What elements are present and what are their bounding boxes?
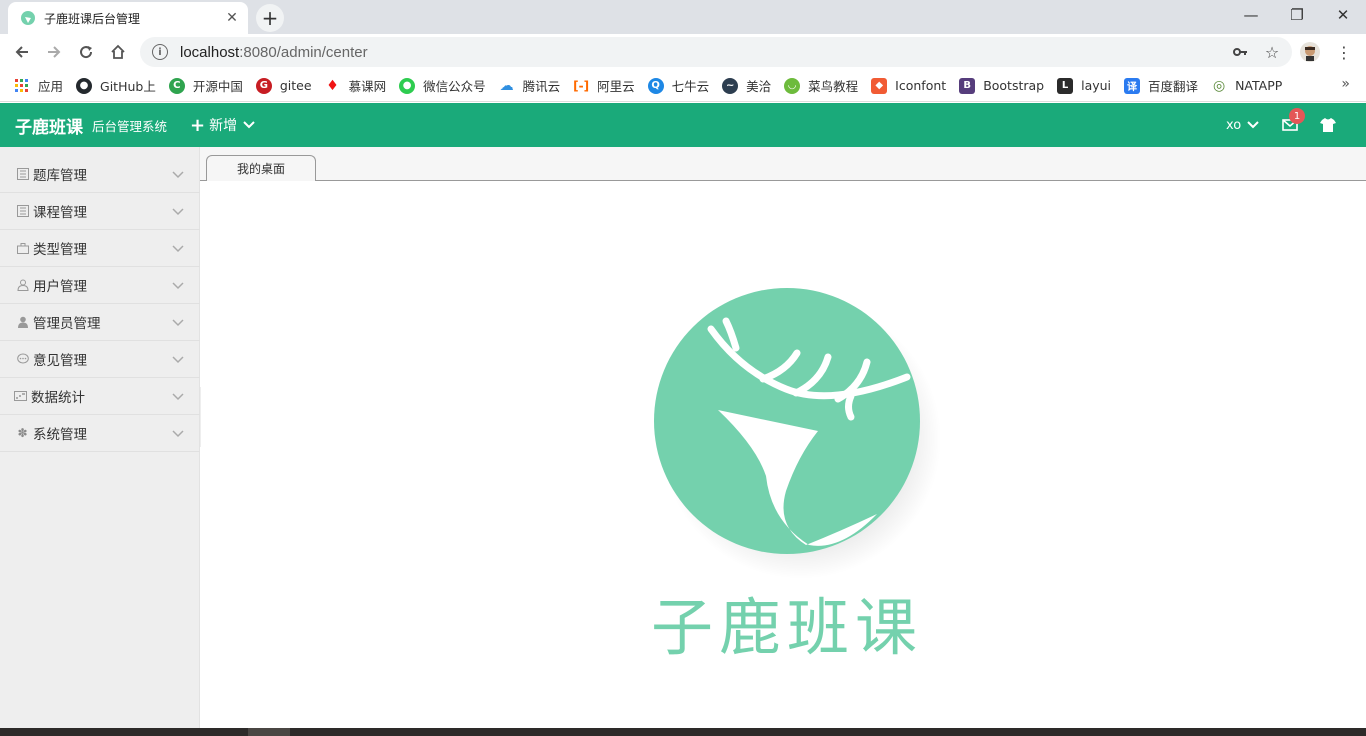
address-bar[interactable]: i localhost:8080/admin/center <box>140 37 1292 67</box>
browser-tab-title: 子鹿班课后台管理 <box>44 11 141 26</box>
apps-grid-icon <box>14 78 30 94</box>
chevron-down-icon <box>172 245 184 253</box>
chevron-down-icon <box>172 208 184 216</box>
bootstrap-icon: B <box>959 77 976 94</box>
sidebar-item-types[interactable]: 类型管理 <box>0 230 200 267</box>
app-header: 子鹿班课 后台管理系统 + 新增 xo <box>0 103 1366 147</box>
chevron-down-icon <box>243 119 255 132</box>
bookmarks-bar: 应用 ● GitHub上 C 开源中国 Ggitee ♦ 慕课网 ● 微信公众号 ☁ 腾讯… <box>0 70 1366 102</box>
key-icon[interactable] <box>1226 38 1254 66</box>
profile-avatar[interactable] <box>1296 38 1324 66</box>
oschina-icon: C <box>168 77 185 94</box>
bookmark-item[interactable]: ☁ 腾讯云 <box>499 76 561 95</box>
chevron-down-icon <box>172 282 184 290</box>
chat-bubble-icon <box>16 353 29 366</box>
restore-window-icon[interactable]: ❐ <box>1274 0 1320 30</box>
bookmark-item[interactable]: 应用 <box>14 76 63 95</box>
sidebar: 题库管理 课程管理 类型管理 用户管理 管理员管理 意见管理 数据统计 ✽ 系统… <box>0 147 200 728</box>
bookmark-item[interactable]: ◎ NATAPP <box>1211 78 1282 94</box>
bookmark-item[interactable]: ● 微信公众号 <box>399 76 486 95</box>
sidebar-item-question-bank[interactable]: 题库管理 <box>0 156 200 193</box>
runoob-icon: ◡ <box>784 77 801 94</box>
close-tab-icon[interactable]: ✕ <box>224 10 240 26</box>
logo-subtitle: 后台管理系统 <box>92 118 168 134</box>
sidebar-item-statistics[interactable]: 数据统计 <box>0 378 200 415</box>
site-info-icon[interactable]: i <box>152 44 168 60</box>
page-tabs-bar: 我的桌面 <box>200 147 1366 182</box>
list-icon <box>16 205 29 218</box>
user-menu[interactable]: xo <box>1226 103 1259 147</box>
home-icon[interactable] <box>104 38 132 66</box>
deer-favicon-icon <box>20 10 36 26</box>
chevron-down-icon <box>172 393 184 401</box>
close-window-icon[interactable]: ✕ <box>1320 0 1366 30</box>
theme-shirt-icon[interactable] <box>1318 115 1338 135</box>
add-new-menu[interactable]: + 新增 <box>190 103 255 147</box>
browser-menu-icon[interactable]: ⋮ <box>1330 38 1358 66</box>
sidebar-item-feedback[interactable]: 意见管理 <box>0 341 200 378</box>
flame-icon: ♦ <box>326 77 339 94</box>
bookmark-item[interactable]: 译百度翻译 <box>1124 76 1198 95</box>
logo-title: 子鹿班课 <box>15 117 83 138</box>
bookmark-item[interactable]: Ggitee <box>255 77 312 94</box>
back-arrow-icon[interactable] <box>8 38 36 66</box>
user-solid-icon <box>16 316 29 329</box>
minimize-window-icon[interactable]: — <box>1228 0 1274 30</box>
chart-icon <box>14 390 27 403</box>
bag-icon <box>16 242 29 255</box>
more-bookmarks-icon[interactable]: » <box>1341 76 1350 92</box>
unread-badge: 1 <box>1289 108 1305 124</box>
sidebar-item-courses[interactable]: 课程管理 <box>0 193 200 230</box>
chevron-down-icon <box>172 319 184 327</box>
gitee-icon: G <box>255 77 272 94</box>
gear-icon: ✽ <box>17 426 28 440</box>
brand-logo: 子鹿班课 <box>651 288 941 664</box>
url-text: localhost:8080/admin/center <box>180 43 368 61</box>
main-content: 子鹿班课 <box>201 181 1366 728</box>
chevron-down-icon <box>172 430 184 438</box>
chevron-down-icon <box>172 356 184 364</box>
bookmark-item[interactable]: Llayui <box>1057 77 1111 94</box>
chevron-down-icon <box>1247 119 1259 132</box>
bookmark-item[interactable]: [-] 阿里云 <box>573 76 635 95</box>
github-icon: ● <box>76 77 93 94</box>
brand-text: 子鹿班课 <box>651 591 923 664</box>
browser-tabstrip: 子鹿班课后台管理 ✕ + — ❐ ✕ <box>0 0 1366 34</box>
user-outline-icon <box>16 279 29 292</box>
cloud-icon: ☁ <box>499 77 514 94</box>
bookmark-item[interactable]: ~ 美洽 <box>722 76 771 95</box>
sidebar-item-users[interactable]: 用户管理 <box>0 267 200 304</box>
bookmark-item[interactable]: ● GitHub上 <box>76 76 156 95</box>
iconfont-icon: ◆ <box>871 77 888 94</box>
browser-toolbar: i localhost:8080/admin/center ☆ ⋮ <box>0 34 1366 70</box>
tab-my-desktop[interactable]: 我的桌面 <box>206 155 316 181</box>
app-logo[interactable]: 子鹿班课 后台管理系统 <box>15 103 167 147</box>
sidebar-item-admins[interactable]: 管理员管理 <box>0 304 200 341</box>
qiniu-icon: Q <box>647 77 664 94</box>
new-tab-button[interactable]: + <box>256 4 284 32</box>
bookmark-item[interactable]: B Bootstrap <box>959 77 1044 94</box>
bookmark-item[interactable]: ♦ 慕课网 <box>325 76 386 95</box>
bookmark-star-icon[interactable]: ☆ <box>1258 38 1286 66</box>
reload-icon[interactable] <box>72 38 100 66</box>
sidebar-item-system[interactable]: ✽ 系统管理 <box>0 415 200 452</box>
layui-icon: L <box>1057 77 1074 94</box>
wechat-icon: ● <box>399 77 416 94</box>
bookmark-item[interactable]: ◡ 菜鸟教程 <box>784 76 858 95</box>
os-taskbar <box>0 728 1366 736</box>
aliyun-icon: [-] <box>573 78 590 93</box>
bookmark-item[interactable]: C 开源中国 <box>168 76 243 95</box>
baidu-translate-icon: 译 <box>1124 77 1141 94</box>
natapp-icon: ◎ <box>1212 77 1226 94</box>
browser-tab[interactable]: 子鹿班课后台管理 ✕ <box>8 2 248 34</box>
plus-icon: + <box>190 114 206 136</box>
list-icon <box>16 168 29 181</box>
bookmark-item[interactable]: ◆ Iconfont <box>871 77 946 94</box>
forward-arrow-icon[interactable] <box>40 38 68 66</box>
user-name: xo <box>1226 117 1242 133</box>
bookmark-item[interactable]: Q 七牛云 <box>647 76 709 95</box>
chevron-down-icon <box>172 171 184 179</box>
meiqia-icon: ~ <box>722 77 739 94</box>
add-new-label: 新增 <box>209 118 238 134</box>
